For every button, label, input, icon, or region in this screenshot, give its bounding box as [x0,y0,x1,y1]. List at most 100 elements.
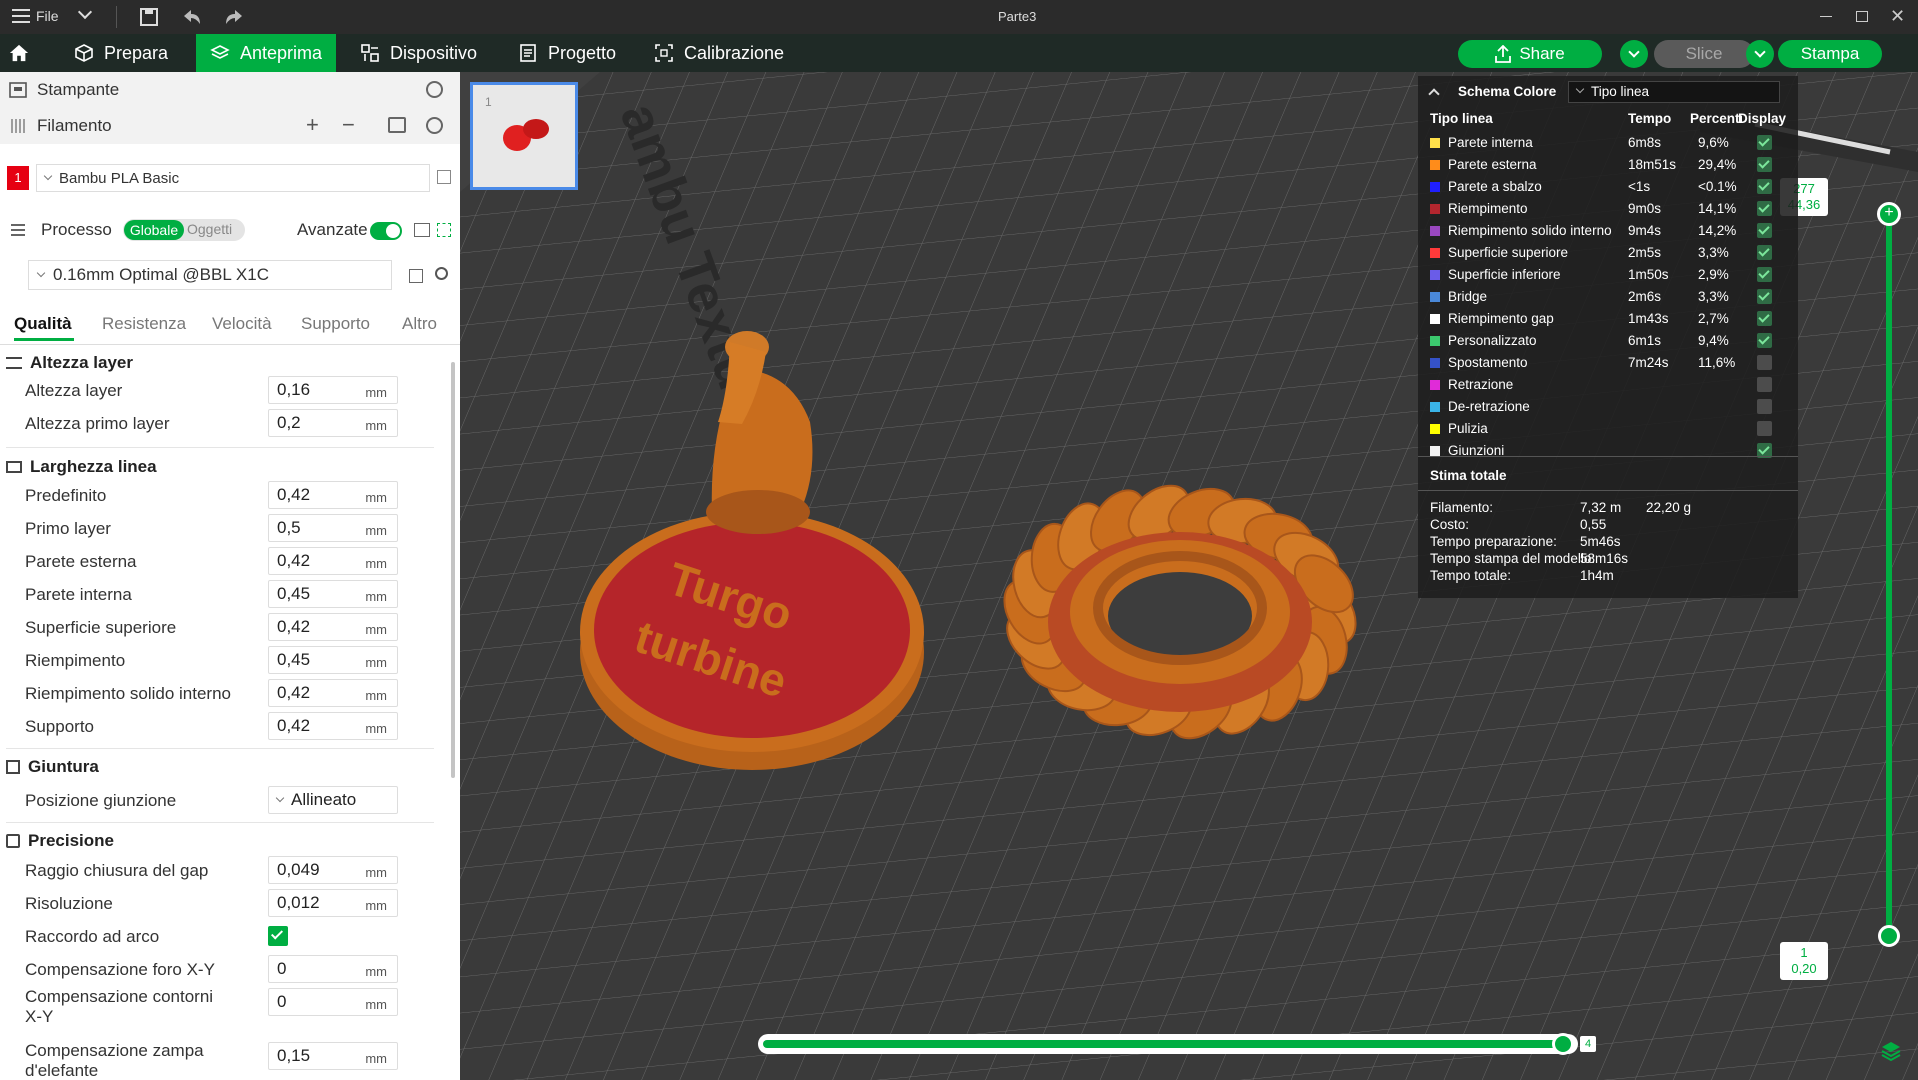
slice-dropdown[interactable] [1620,40,1648,68]
layers-toggle-icon[interactable] [1880,1040,1902,1062]
display-checkbox[interactable] [1757,421,1772,436]
legend-mode-select[interactable]: Tipo linea [1568,81,1780,103]
list-icon[interactable] [414,223,430,237]
move-slider-value: 4 [1580,1036,1596,1052]
line-width-support-input[interactable]: 0,42 mm [268,712,398,740]
tab-dispositivo[interactable]: Dispositivo [346,34,491,72]
color-swatch [1430,424,1440,434]
legend-row-name: Bridge [1448,289,1488,304]
tab-progetto[interactable]: Progetto [504,34,630,72]
estimate-label: Tempo stampa del modello: [1430,551,1596,566]
move-slider-handle[interactable] [1552,1033,1574,1055]
save-icon[interactable] [140,8,158,26]
display-checkbox[interactable] [1757,355,1772,370]
estimate-value: 5m46s [1580,534,1621,549]
settings-icon[interactable] [426,81,443,98]
display-checkbox[interactable] [1757,289,1772,304]
crosshair-icon [6,834,20,848]
undo-icon[interactable] [182,8,202,26]
elephant-foot-input[interactable]: 0,15 mm [268,1042,398,1070]
line-width-solid-input[interactable]: 0,42 mm [268,679,398,707]
search-icon[interactable] [435,267,448,280]
gap-closing-input[interactable]: 0,049 mm [268,856,398,884]
slice-button[interactable]: Slice [1654,40,1754,68]
tab-anteprima[interactable]: Anteprima [196,34,336,72]
tab-qualita-underline [14,338,74,341]
xy-contour-comp-input[interactable]: 0 mm [268,988,398,1016]
scrollbar[interactable] [451,362,455,778]
restore-icon[interactable] [1856,11,1868,22]
close-icon[interactable]: ✕ [1890,6,1905,27]
display-checkbox[interactable] [1757,179,1772,194]
param-label: Primo layer [25,519,111,538]
minimize-icon[interactable] [1820,16,1832,17]
filament-sync-icon[interactable] [388,117,406,133]
section-seam: Giuntura [6,750,99,784]
param-label: Altezza primo layer [25,414,170,433]
param-label: Riempimento [25,651,126,670]
display-checkbox[interactable] [1757,135,1772,150]
objects-tab[interactable]: Oggetti [187,221,232,237]
chevron-down-icon[interactable] [77,4,93,20]
seam-position-select[interactable]: Allineato [268,786,398,814]
file-menu[interactable]: File [12,8,59,24]
print-dropdown[interactable] [1746,40,1774,68]
tab-prepara[interactable]: Prepara [60,34,182,72]
tab-resistenza[interactable]: Resistenza [102,314,186,334]
print-button[interactable]: Stampa [1778,40,1882,68]
chevron-down-icon [275,793,285,803]
global-tab[interactable]: Globale [124,220,184,240]
slider-top-handle[interactable]: + [1877,202,1901,226]
legend-row-time: 7m24s [1628,355,1669,370]
xy-hole-comp-input[interactable]: 0 mm [268,955,398,983]
compare-icon[interactable] [437,223,451,237]
layer-height-input[interactable]: 0,16 mm [268,376,398,404]
arc-fitting-checkbox[interactable] [268,926,288,946]
line-width-infill-input[interactable]: 0,45 mm [268,646,398,674]
tab-altro[interactable]: Altro [402,314,437,334]
resolution-input[interactable]: 0,012 mm [268,889,398,917]
global-objects-toggle[interactable]: Globale Oggetti [123,219,245,241]
line-width-top-input[interactable]: 0,42 mm [268,613,398,641]
plate-model-icon [523,119,549,139]
home-button[interactable] [0,34,38,72]
tab-calibrazione[interactable]: Calibrazione [640,34,798,72]
display-checkbox[interactable] [1757,267,1772,282]
color-swatch [1430,138,1440,148]
display-checkbox[interactable] [1757,377,1772,392]
plate-thumbnail[interactable]: 1 [470,82,578,190]
vertical-layer-slider[interactable] [1886,212,1892,932]
display-checkbox[interactable] [1757,201,1772,216]
color-swatch [1430,248,1440,258]
save-profile-icon[interactable] [409,269,423,283]
advanced-toggle[interactable] [370,222,402,240]
add-filament-icon[interactable]: + [306,112,319,138]
display-checkbox[interactable] [1757,245,1772,260]
legend-row-pct: 9,4% [1698,333,1729,348]
display-checkbox[interactable] [1757,157,1772,172]
legend-row: Parete esterna 18m51s 29,4% [1418,154,1798,176]
redo-icon[interactable] [224,8,244,26]
line-width-inner-input[interactable]: 0,45 mm [268,580,398,608]
profile-select[interactable]: 0.16mm Optimal @BBL X1C [28,260,392,290]
line-width-first-input[interactable]: 0,5 mm [268,514,398,542]
tab-qualita[interactable]: Qualità [14,314,72,334]
display-checkbox[interactable] [1757,223,1772,238]
settings-icon[interactable] [426,117,443,134]
display-checkbox[interactable] [1757,311,1772,326]
display-checkbox[interactable] [1757,399,1772,414]
remove-filament-icon[interactable]: − [342,112,355,138]
filament-select[interactable]: Bambu PLA Basic [36,164,430,192]
first-layer-height-input[interactable]: 0,2 mm [268,409,398,437]
printer-header[interactable]: Stampante [0,72,460,108]
share-button[interactable]: Share [1458,40,1602,68]
edit-icon[interactable] [437,170,451,184]
line-width-default-input[interactable]: 0,42 mm [268,481,398,509]
slider-bottom-handle[interactable] [1878,925,1900,947]
tab-velocita[interactable]: Velocità [212,314,272,334]
chevron-up-icon[interactable] [1428,88,1440,100]
horizontal-move-slider[interactable] [758,1034,1578,1054]
display-checkbox[interactable] [1757,333,1772,348]
line-width-outer-input[interactable]: 0,42 mm [268,547,398,575]
tab-supporto[interactable]: Supporto [301,314,370,334]
